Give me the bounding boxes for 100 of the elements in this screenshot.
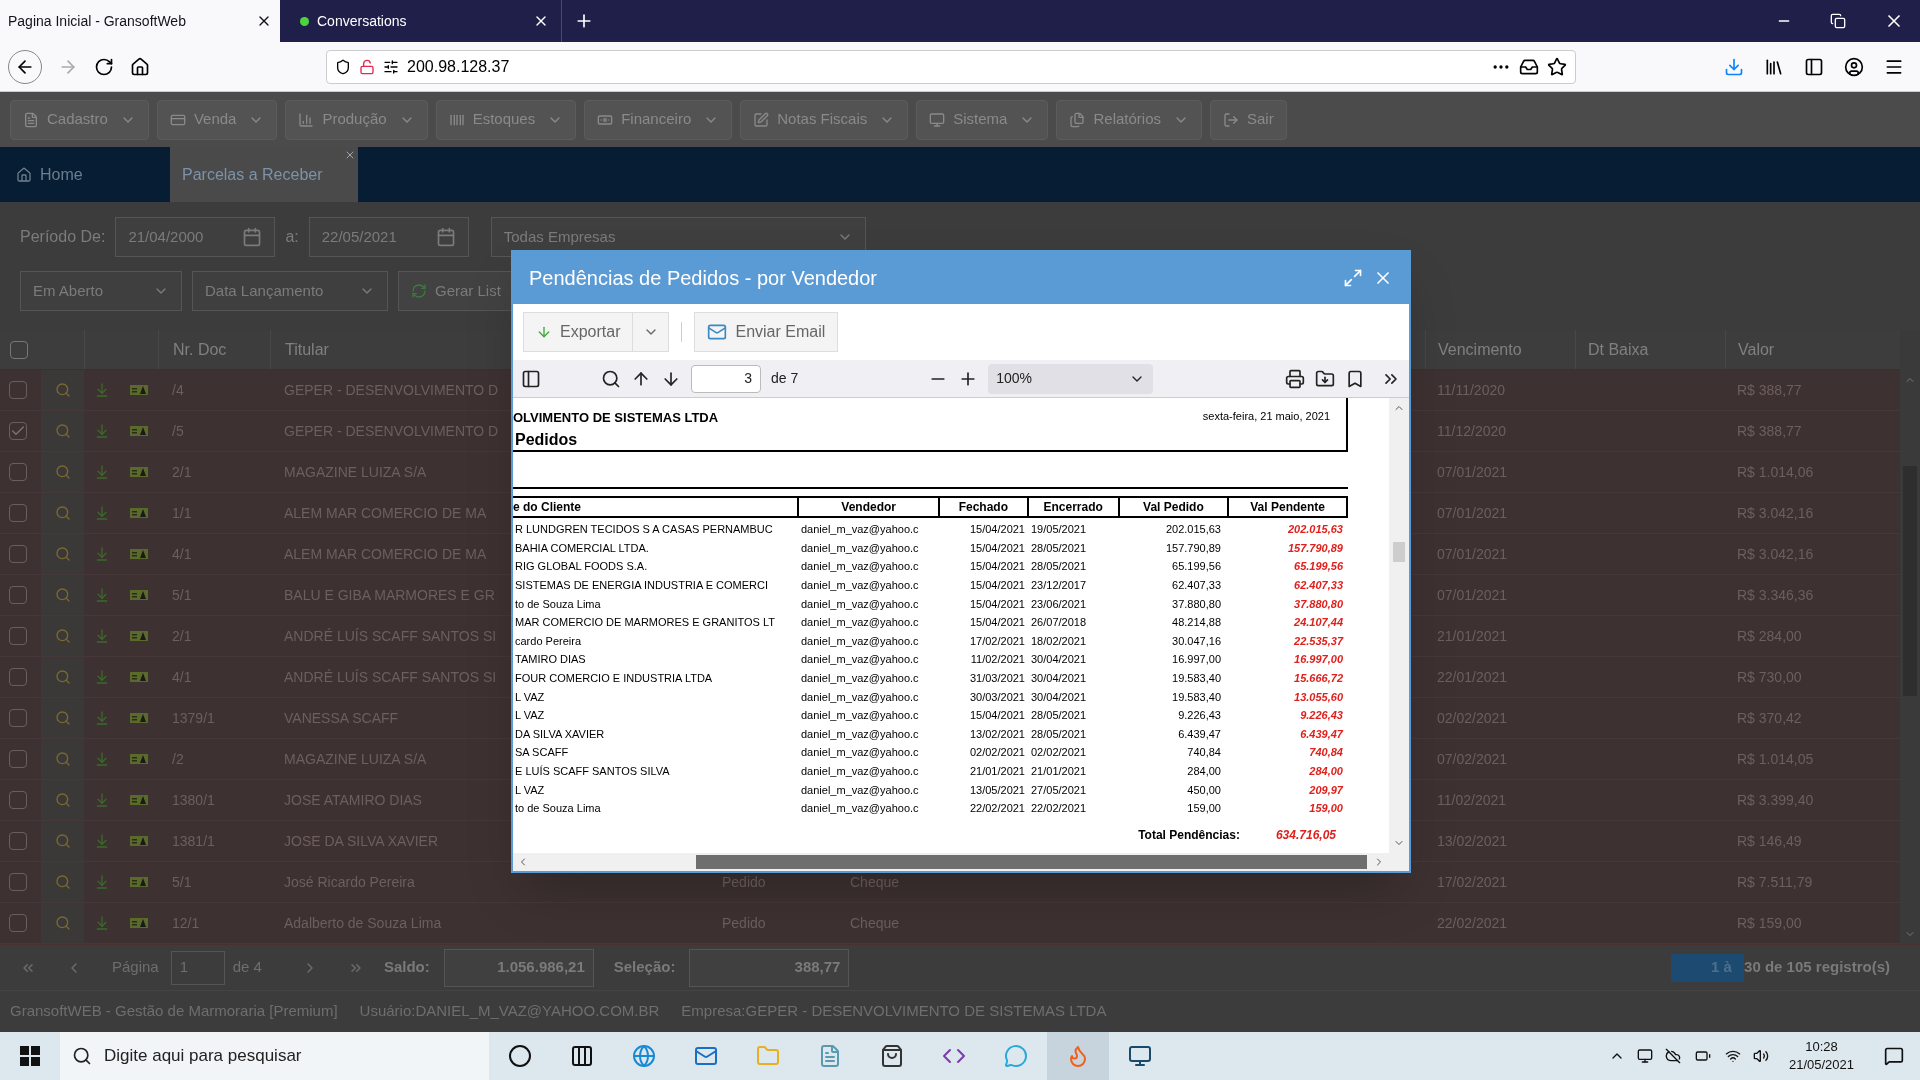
- column-header: Val Pendente: [1250, 499, 1325, 516]
- table-cell: 15/04/2021: [969, 709, 1025, 722]
- table-cell: 30/04/2021: [1031, 672, 1087, 685]
- table-cell: 159,00: [1309, 802, 1343, 815]
- column-header: e do Cliente: [513, 499, 581, 516]
- table-cell: 15/04/2021: [969, 597, 1025, 610]
- table-cell: 13/05/2021: [969, 783, 1025, 796]
- table-cell: daniel_m_vaz@yahoo.c: [801, 802, 919, 815]
- table-cell: 28/05/2021: [1031, 560, 1087, 573]
- table-cell: 15/04/2021: [969, 560, 1025, 573]
- table-cell: 15.666,72: [1294, 672, 1343, 685]
- table-cell: L VAZ: [515, 690, 545, 703]
- table-cell: 02/02/2021: [1031, 746, 1087, 759]
- table-cell: cardo Pereira: [515, 634, 582, 647]
- table-cell: daniel_m_vaz@yahoo.c: [801, 690, 919, 703]
- selection-field: 388,77: [689, 948, 850, 987]
- table-cell: FOUR COMERCIO E INDUSTRIA LTDA: [515, 672, 713, 685]
- table-cell: 19/05/2021: [1031, 523, 1087, 536]
- table-cell: daniel_m_vaz@yahoo.c: [801, 597, 919, 610]
- table-cell: daniel_m_vaz@yahoo.c: [801, 560, 919, 573]
- table-cell: to de Souza Lima: [515, 802, 601, 815]
- table-cell: 24.107,44: [1294, 616, 1343, 629]
- table-cell: 30/04/2021: [1031, 653, 1087, 666]
- table-cell: 28/05/2021: [1031, 541, 1087, 554]
- page-count: de 7: [771, 369, 799, 388]
- table-cell: 740,84: [1309, 746, 1343, 759]
- column-header: Encerrado: [1043, 499, 1103, 516]
- table-cell: 31/03/2021: [969, 672, 1025, 685]
- column-header: Fechado: [958, 499, 1009, 516]
- table-cell: 30/04/2021: [1031, 690, 1087, 703]
- table-cell: 65.199,56: [1172, 560, 1221, 573]
- table-cell: 37.880,80: [1294, 597, 1343, 610]
- table-cell: 22.535,37: [1294, 634, 1343, 647]
- table-cell: 15/04/2021: [969, 523, 1025, 536]
- table-cell: L VAZ: [515, 709, 545, 722]
- table-cell: 202.015,63: [1287, 523, 1343, 536]
- table-cell: daniel_m_vaz@yahoo.c: [801, 541, 919, 554]
- column-header: Val Pedido: [1143, 499, 1204, 516]
- table-cell: daniel_m_vaz@yahoo.c: [801, 634, 919, 647]
- table-cell: 27/05/2021: [1031, 783, 1087, 796]
- dialog-title: Pendências de Pedidos - por Vendedor: [529, 266, 879, 291]
- table-cell: 202.015,63: [1165, 523, 1221, 536]
- table-cell: 450,00: [1187, 783, 1221, 796]
- table-cell: MAR COMERCIO DE MARMORES E GRANITOS LT: [515, 616, 775, 629]
- table-cell: 9.226,43: [1178, 709, 1221, 722]
- table-cell: 23/06/2021: [1031, 597, 1087, 610]
- table-cell: 22/02/2021: [1031, 802, 1087, 815]
- table-cell: 15/04/2021: [969, 541, 1025, 554]
- table-cell: RIG GLOBAL FOODS S.A.: [515, 560, 648, 573]
- table-cell: 284,00: [1309, 765, 1343, 777]
- table-cell: 17/02/2021: [969, 634, 1025, 647]
- table-cell: daniel_m_vaz@yahoo.c: [801, 616, 919, 629]
- table-cell: 62.407,33: [1294, 579, 1343, 592]
- table-cell: 62.407,33: [1172, 579, 1221, 592]
- table-cell: daniel_m_vaz@yahoo.c: [801, 765, 919, 777]
- table-cell: 19.583,40: [1172, 690, 1221, 703]
- column-header: Vendedor: [841, 499, 896, 516]
- balance-label: Saldo:: [383, 957, 430, 978]
- table-cell: 157.790,89: [1165, 541, 1221, 554]
- table-cell: 21/01/2021: [969, 765, 1025, 777]
- table-cell: 48.214,88: [1172, 616, 1221, 629]
- balance-field: 1.056.986,21: [443, 948, 594, 987]
- table-cell: 37.880,80: [1172, 597, 1221, 610]
- selection-label: Seleção:: [613, 957, 676, 978]
- report-title: Pedidos: [514, 429, 579, 450]
- table-cell: 15/04/2021: [969, 616, 1025, 629]
- table-cell: 23/12/2017: [1031, 579, 1087, 592]
- table-cell: TAMIRO DIAS: [515, 653, 586, 666]
- table-cell: daniel_m_vaz@yahoo.c: [801, 653, 919, 666]
- table-cell: 15/04/2021: [969, 579, 1025, 592]
- table-cell: 30.047,16: [1172, 634, 1221, 647]
- total-value: 634.716,05: [1275, 826, 1336, 844]
- table-cell: BAHIA COMERCIAL LTDA.: [515, 541, 649, 554]
- table-cell: 18/02/2021: [1031, 634, 1087, 647]
- table-cell: 740,84: [1187, 746, 1221, 759]
- table-cell: 284,00: [1187, 765, 1221, 777]
- table-cell: 13.055,60: [1294, 690, 1343, 703]
- table-cell: 9.226,43: [1300, 709, 1343, 722]
- table-cell: SISTEMAS DE ENERGIA INDUSTRIA E COMERCI: [515, 579, 769, 592]
- table-cell: daniel_m_vaz@yahoo.c: [801, 709, 919, 722]
- table-cell: daniel_m_vaz@yahoo.c: [801, 523, 919, 536]
- table-cell: 22/02/2021: [969, 802, 1025, 815]
- table-cell: 6.439,47: [1178, 727, 1221, 740]
- table-cell: R LUNDGREN TECIDOS S A CASAS PERNAMBUC: [515, 523, 773, 536]
- table-cell: 6.439,47: [1300, 727, 1343, 740]
- field-label: Período De:: [20, 227, 106, 247]
- table-cell: 02/02/2021: [969, 746, 1025, 759]
- table-cell: 65.199,56: [1294, 560, 1343, 573]
- report-date: sexta-feira, 21 maio, 2021: [1202, 409, 1331, 424]
- field-label: a:: [285, 227, 299, 247]
- company-name: OLVIMENTO DE SISTEMAS LTDA: [513, 409, 720, 427]
- table-cell: 16.997,00: [1294, 653, 1343, 666]
- table-cell: to de Souza Lima: [515, 597, 601, 610]
- table-cell: 209,97: [1309, 783, 1343, 796]
- table-cell: 157.790,89: [1287, 541, 1343, 554]
- table-cell: 13/02/2021: [969, 727, 1025, 740]
- table-cell: daniel_m_vaz@yahoo.c: [801, 746, 919, 759]
- total-label: Total Pendências:: [1138, 826, 1240, 844]
- table-cell: 11/02/2021: [970, 653, 1025, 666]
- table-cell: 28/05/2021: [1031, 709, 1087, 722]
